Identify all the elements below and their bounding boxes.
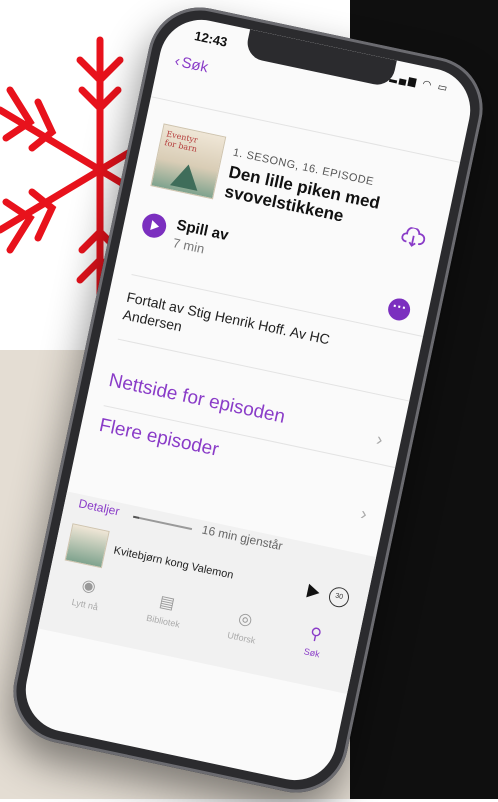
wifi-icon: ◠	[421, 78, 435, 92]
battery-icon: ▭	[436, 81, 451, 95]
more-options-icon[interactable]: ···	[386, 296, 413, 323]
episode-website-link[interactable]: Nettside for episoden	[107, 370, 287, 429]
cloud-download-icon[interactable]	[400, 226, 428, 251]
now-playing-artwork	[64, 523, 110, 569]
chevron-right-icon: ›	[374, 428, 385, 450]
status-time: 12:43	[193, 28, 229, 50]
episode-artwork: Eventyr for barn og foreldre Eventyrfor …	[150, 123, 227, 200]
tab-label: Utforsk	[226, 629, 257, 646]
more-episodes-link[interactable]: Flere episoder	[97, 415, 220, 462]
artwork-title-graphic: Eventyr for barn	[163, 129, 199, 154]
back-button[interactable]: ‹ Søk	[173, 53, 209, 77]
tab-label: Søk	[302, 646, 321, 660]
tab-label: Bibliotek	[145, 612, 181, 630]
chevron-right-icon: ›	[358, 503, 369, 524]
status-icons: ▂▄▆ ◠ ▭	[389, 72, 450, 95]
play-button[interactable]	[139, 211, 169, 240]
back-label: Søk	[179, 54, 210, 77]
tab-label: Lytt nå	[70, 596, 99, 613]
artwork-tree-graphic	[169, 161, 203, 191]
